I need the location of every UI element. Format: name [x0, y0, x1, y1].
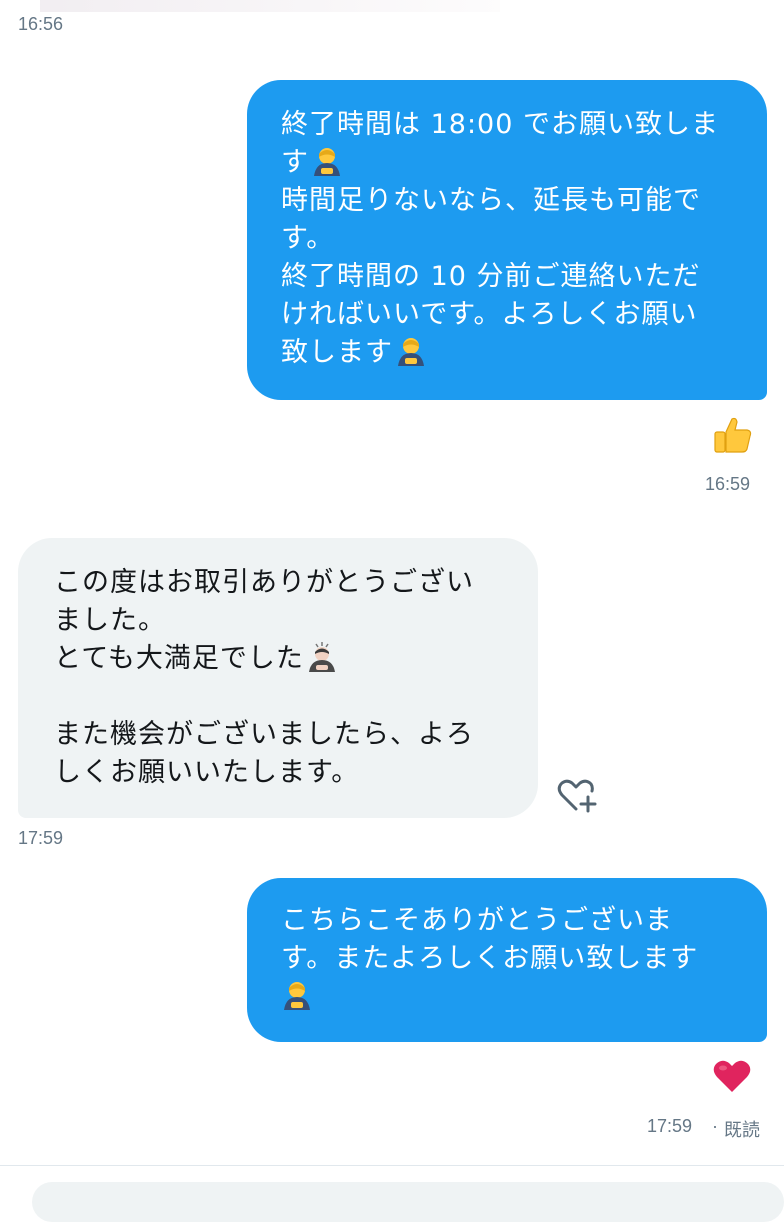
- message-line: ければいいです。よろしくお願い: [281, 299, 698, 330]
- message-composer[interactable]: [32, 1182, 784, 1222]
- message-line: また機会がございましたら、よろ: [54, 719, 474, 750]
- message-line: [54, 678, 518, 716]
- message-line: す。: [281, 223, 335, 254]
- top-fade: [40, 0, 500, 12]
- message-line: とても大満足でした: [54, 643, 304, 674]
- add-reaction-heart-icon[interactable]: [556, 776, 600, 814]
- person-bowing-emoji-icon: [398, 338, 424, 366]
- message-bubble-sent[interactable]: 終了時間は 18:00 でお願い致しま す 時間足りないなら、延長も可能で す。…: [247, 80, 767, 400]
- red-heart-reaction-icon[interactable]: [712, 1058, 752, 1094]
- message-line: この度はお取引ありがとうござい: [54, 567, 474, 598]
- person-bowing-emoji-icon: [284, 982, 310, 1010]
- timestamp: 17:59: [647, 1116, 693, 1136]
- message-line: しくお願いいたします。: [54, 757, 360, 788]
- message-line: 終了時間の 10 分前ご連絡いただ: [281, 261, 701, 292]
- message-line: 致します: [281, 337, 393, 368]
- person-bowing-emoji-icon: [308, 642, 335, 672]
- read-status: 既読: [724, 1120, 760, 1140]
- message-bubble-sent[interactable]: こちらこそありがとうございま す。またよろしくお願い致します: [247, 878, 767, 1042]
- timestamp: 16:59: [705, 474, 751, 494]
- message-line: ました。: [54, 605, 166, 636]
- message-line: す。またよろしくお願い致します: [281, 943, 699, 974]
- timestamp: 17:59: [18, 828, 64, 848]
- person-bowing-emoji-icon: [314, 148, 340, 176]
- thumbs-up-reaction-icon[interactable]: [712, 414, 754, 456]
- message-line: こちらこそありがとうございま: [281, 905, 673, 936]
- read-separator: ·: [712, 1116, 718, 1136]
- timestamp: 16:56: [18, 14, 64, 34]
- message-line: 時間足りないなら、延長も可能で: [281, 185, 701, 216]
- message-bubble-received[interactable]: この度はお取引ありがとうござい ました。 とても大満足でした また機会がございま…: [18, 538, 538, 818]
- message-line: す: [281, 147, 309, 178]
- message-line: 終了時間は 18:00 でお願い致しま: [281, 109, 719, 140]
- composer-divider: [0, 1165, 784, 1166]
